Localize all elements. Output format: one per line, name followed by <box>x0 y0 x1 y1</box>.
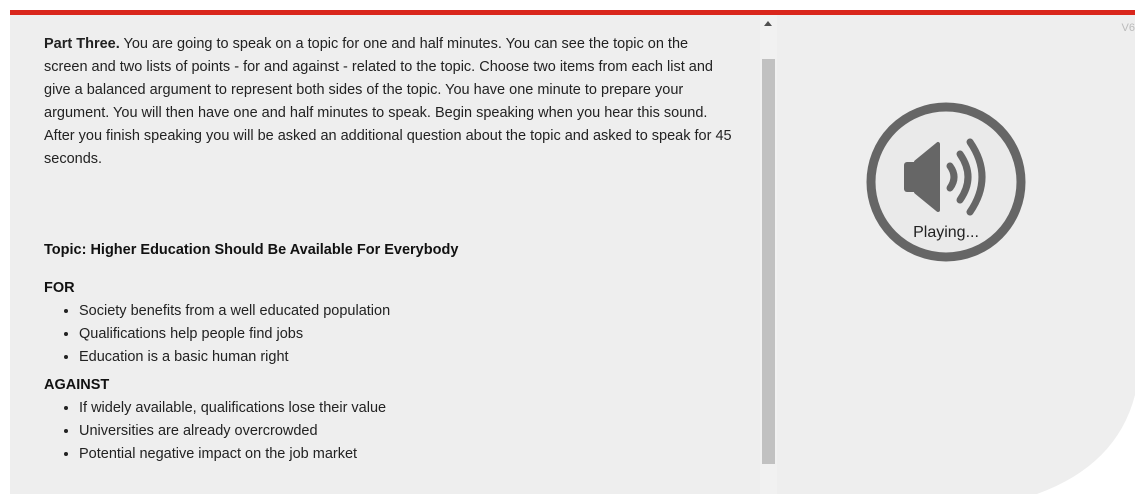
playing-status-label: Playing... <box>913 224 979 241</box>
for-list: Society benefits from a well educated po… <box>63 300 390 369</box>
for-heading: FOR <box>44 280 75 296</box>
against-list: If widely available, qualifications lose… <box>63 397 386 466</box>
list-item: Potential negative impact on the job mar… <box>79 443 386 466</box>
instructions-body: You are going to speak on a topic for on… <box>44 36 732 167</box>
list-item: Society benefits from a well educated po… <box>79 300 390 323</box>
list-item: Universities are already overcrowded <box>79 420 386 443</box>
against-heading: AGAINST <box>44 377 110 393</box>
list-item: Education is a basic human right <box>79 346 390 369</box>
instructions-heading: Part Three. <box>44 36 120 52</box>
list-item: Qualifications help people find jobs <box>79 323 390 346</box>
audio-status-indicator: Playing... <box>866 102 1026 262</box>
scroll-thumb[interactable] <box>762 59 775 464</box>
version-label: V6 <box>1121 22 1135 34</box>
audio-panel: V6 Playing... <box>777 15 1135 494</box>
vertical-scrollbar[interactable] <box>760 15 777 494</box>
list-item: If widely available, qualifications lose… <box>79 397 386 420</box>
scroll-up-arrow-icon[interactable] <box>764 21 772 26</box>
instructions-text: Part Three. You are going to speak on a … <box>44 33 734 171</box>
topic-title: Topic: Higher Education Should Be Availa… <box>44 242 459 258</box>
